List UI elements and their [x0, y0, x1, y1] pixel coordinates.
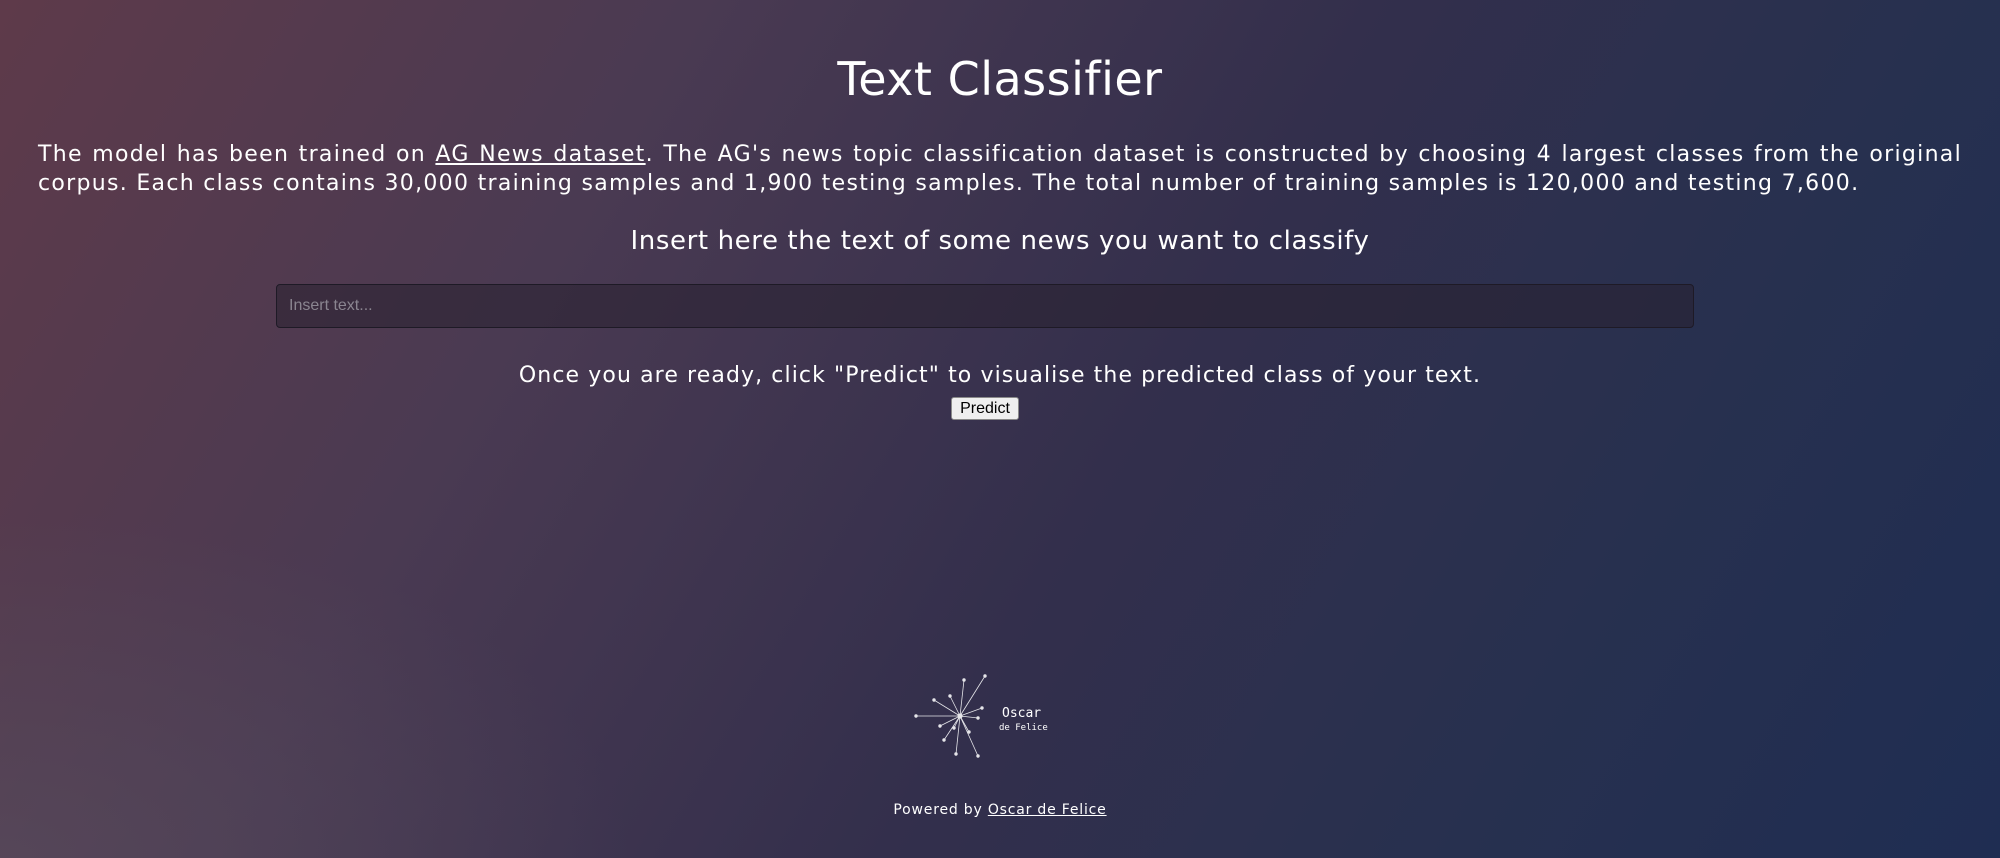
- logo: Oscar de Felice: [914, 674, 1048, 758]
- predict-instructions: Once you are ready, click "Predict" to v…: [518, 363, 1482, 388]
- powered-by-label: Powered by: [893, 802, 988, 818]
- author-link[interactable]: Oscar de Felice: [988, 802, 1107, 818]
- page-title: Text Classifier: [837, 52, 1163, 106]
- logo-surname: de Felice: [999, 723, 1048, 733]
- input-prompt-heading: Insert here the text of some news you wa…: [630, 226, 1370, 256]
- news-text-input[interactable]: [276, 284, 1694, 328]
- ag-news-dataset-link[interactable]: AG News dataset: [435, 142, 645, 167]
- starburst-icon: [914, 674, 987, 758]
- predict-button[interactable]: Predict: [951, 397, 1019, 420]
- description-prefix: The model has been trained on: [38, 142, 436, 167]
- dataset-description: The model has been trained on AG News da…: [38, 140, 1962, 198]
- footer: Powered by Oscar de Felice: [0, 802, 2000, 818]
- logo-name: Oscar: [1002, 706, 1041, 721]
